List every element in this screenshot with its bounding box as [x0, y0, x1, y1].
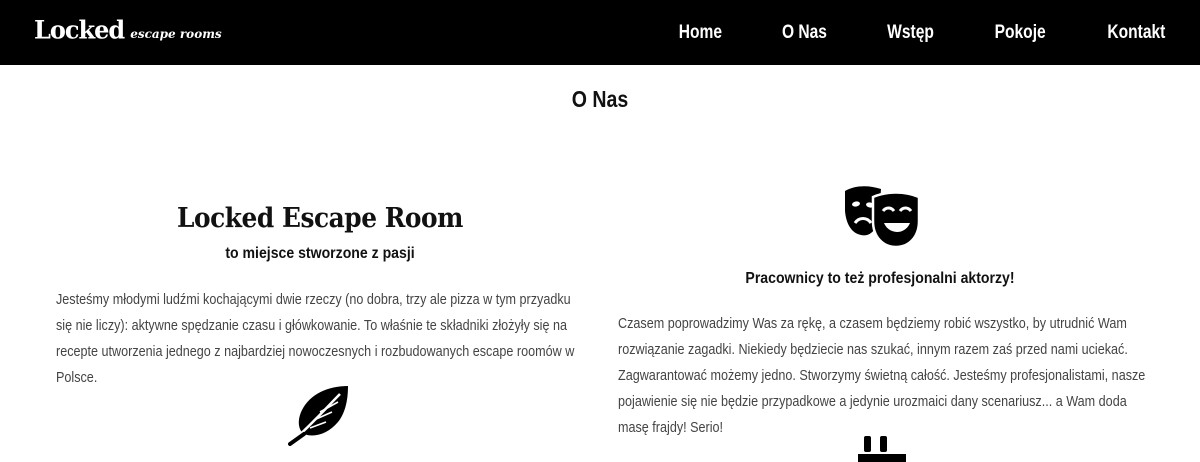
logo[interactable]: Locked escape rooms [34, 14, 222, 45]
feather-icon [288, 384, 350, 446]
section-title: O Nas [571, 86, 629, 112]
right-subheading: Pracownicy to też profesjonalni aktorzy! [745, 270, 1015, 287]
right-paragraph: Czasem poprowadzimy Was za rękę, a czase… [618, 315, 1146, 436]
nav-home[interactable]: Home [679, 22, 722, 44]
logo-sub-text: escape rooms [130, 27, 222, 41]
nav-o-nas[interactable]: O Nas [782, 22, 827, 44]
navbar: Locked escape rooms Home O Nas Wstęp Pok… [0, 0, 1200, 65]
table-icon [858, 436, 906, 462]
nav-kontakt[interactable]: Kontakt [1108, 22, 1166, 44]
nav-wstep[interactable]: Wstęp [887, 22, 934, 44]
brand-title: Locked Escape Room [177, 203, 463, 234]
theater-masks-icon [843, 183, 921, 249]
left-subheading: to miejsce stworzone z pasji [225, 245, 415, 262]
logo-main-text: Locked [34, 14, 125, 45]
nav-pokoje[interactable]: Pokoje [995, 22, 1046, 44]
nav-menu: Home O Nas Wstęp Pokoje Kontakt [624, 0, 1172, 65]
left-paragraph: Jesteśmy młodymi ludźmi kochającymi dwie… [56, 291, 575, 386]
